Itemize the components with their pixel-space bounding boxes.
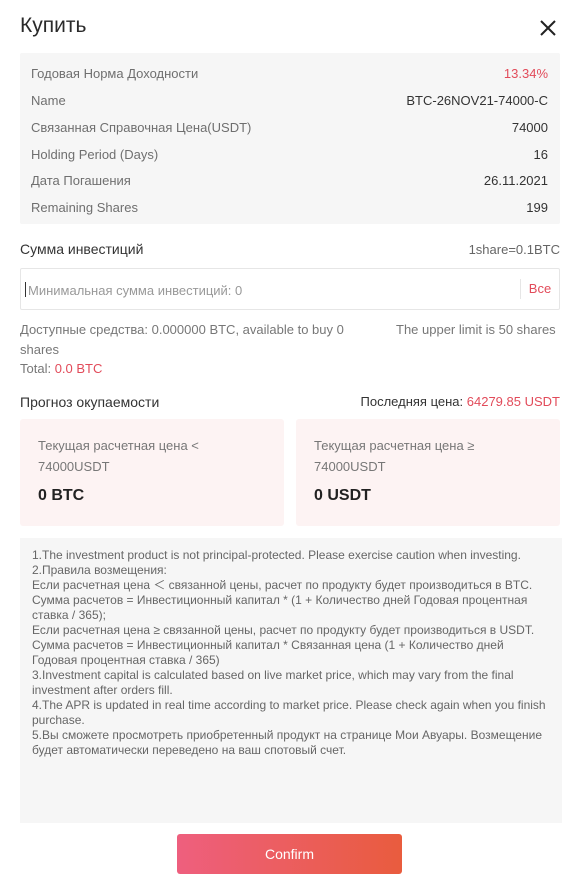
forecast-card-below: Текущая расчетная цена < 74000USDT 0 BTC: [20, 419, 284, 526]
total: Total: 0.0 BTC: [20, 361, 102, 376]
info-label: Name: [31, 92, 66, 108]
info-label: Remaining Shares: [31, 199, 138, 215]
note-item: Если расчетная цена ＜ связанной цены, ра…: [32, 578, 533, 622]
info-value: 199: [526, 199, 548, 215]
info-label: Годовая Норма Доходности: [31, 65, 199, 81]
available-funds: Доступные средства: 0.000000 BTC, availa…: [20, 322, 344, 357]
forecast-condition: Текущая расчетная цена ≥ 74000USDT: [314, 438, 475, 474]
last-price: Последняя цена: 64279.85 USDT: [361, 394, 560, 409]
forecast-amount: 0 BTC: [38, 487, 85, 504]
upper-limit: The upper limit is 50 shares: [396, 322, 556, 337]
info-row-holding-period: Holding Period (Days) 16: [31, 144, 548, 164]
info-row-apr: Годовая Норма Доходности 13.34%: [31, 63, 548, 83]
info-value: 13.34%: [503, 65, 548, 81]
info-value: BTC-26NOV21-74000-C: [406, 92, 548, 108]
note-item: 4.The APR is updated in real time accord…: [32, 698, 546, 727]
note-item: 5.Вы сможете просмотреть приобретенный п…: [32, 728, 542, 757]
dialog-header: Купить: [20, 14, 559, 44]
info-value: 16: [533, 146, 548, 162]
share-rate: 1share=0.1BTC: [468, 242, 560, 257]
product-info-panel: Годовая Норма Доходности 13.34% Name BTC…: [20, 53, 560, 224]
forecast-card-above: Текущая расчетная цена ≥ 74000USDT 0 USD…: [296, 419, 560, 526]
info-value: 26.11.2021: [483, 172, 548, 188]
note-item: Если расчетная цена ≥ связанной цены, ра…: [32, 623, 535, 667]
note-item: 3.Investment capital is calculated based…: [32, 668, 514, 697]
last-price-value: 64279.85 USDT: [466, 394, 560, 409]
note-item: 2.Правила возмещения:: [32, 563, 167, 577]
investment-amount-input[interactable]: [26, 269, 510, 311]
info-label: Holding Period (Days): [31, 146, 159, 162]
last-price-label: Последняя цена:: [360, 394, 464, 409]
dialog-title: Купить: [20, 14, 87, 37]
info-row-maturity-date: Дата Погашения 26.11.2021: [31, 170, 548, 190]
total-value: 0.0 BTC: [54, 361, 103, 376]
info-row-remaining-shares: Remaining Shares 199: [31, 197, 548, 217]
notes-panel: 1.The investment product is not principa…: [20, 538, 562, 823]
info-value: 74000: [511, 119, 548, 135]
forecast-amount: 0 USDT: [314, 487, 371, 504]
forecast-condition: Текущая расчетная цена < 74000USDT: [38, 438, 199, 474]
close-icon[interactable]: [537, 17, 559, 39]
all-button[interactable]: Все: [520, 279, 559, 299]
forecast-label: Прогноз окупаемости: [20, 394, 160, 410]
info-label: Связанная Справочная Цена(USDT): [31, 119, 252, 135]
investment-amount-label: Сумма инвестиций: [20, 241, 144, 257]
total-label: Total:: [20, 361, 52, 376]
info-row-ref-price: Связанная Справочная Цена(USDT) 74000: [31, 117, 548, 137]
info-label: Дата Погашения: [31, 172, 131, 188]
info-row-name: Name BTC-26NOV21-74000-C: [31, 90, 548, 110]
note-item: 1.The investment product is not principa…: [32, 548, 521, 562]
confirm-button[interactable]: Confirm: [177, 834, 402, 874]
investment-input-box: Все: [20, 268, 560, 311]
